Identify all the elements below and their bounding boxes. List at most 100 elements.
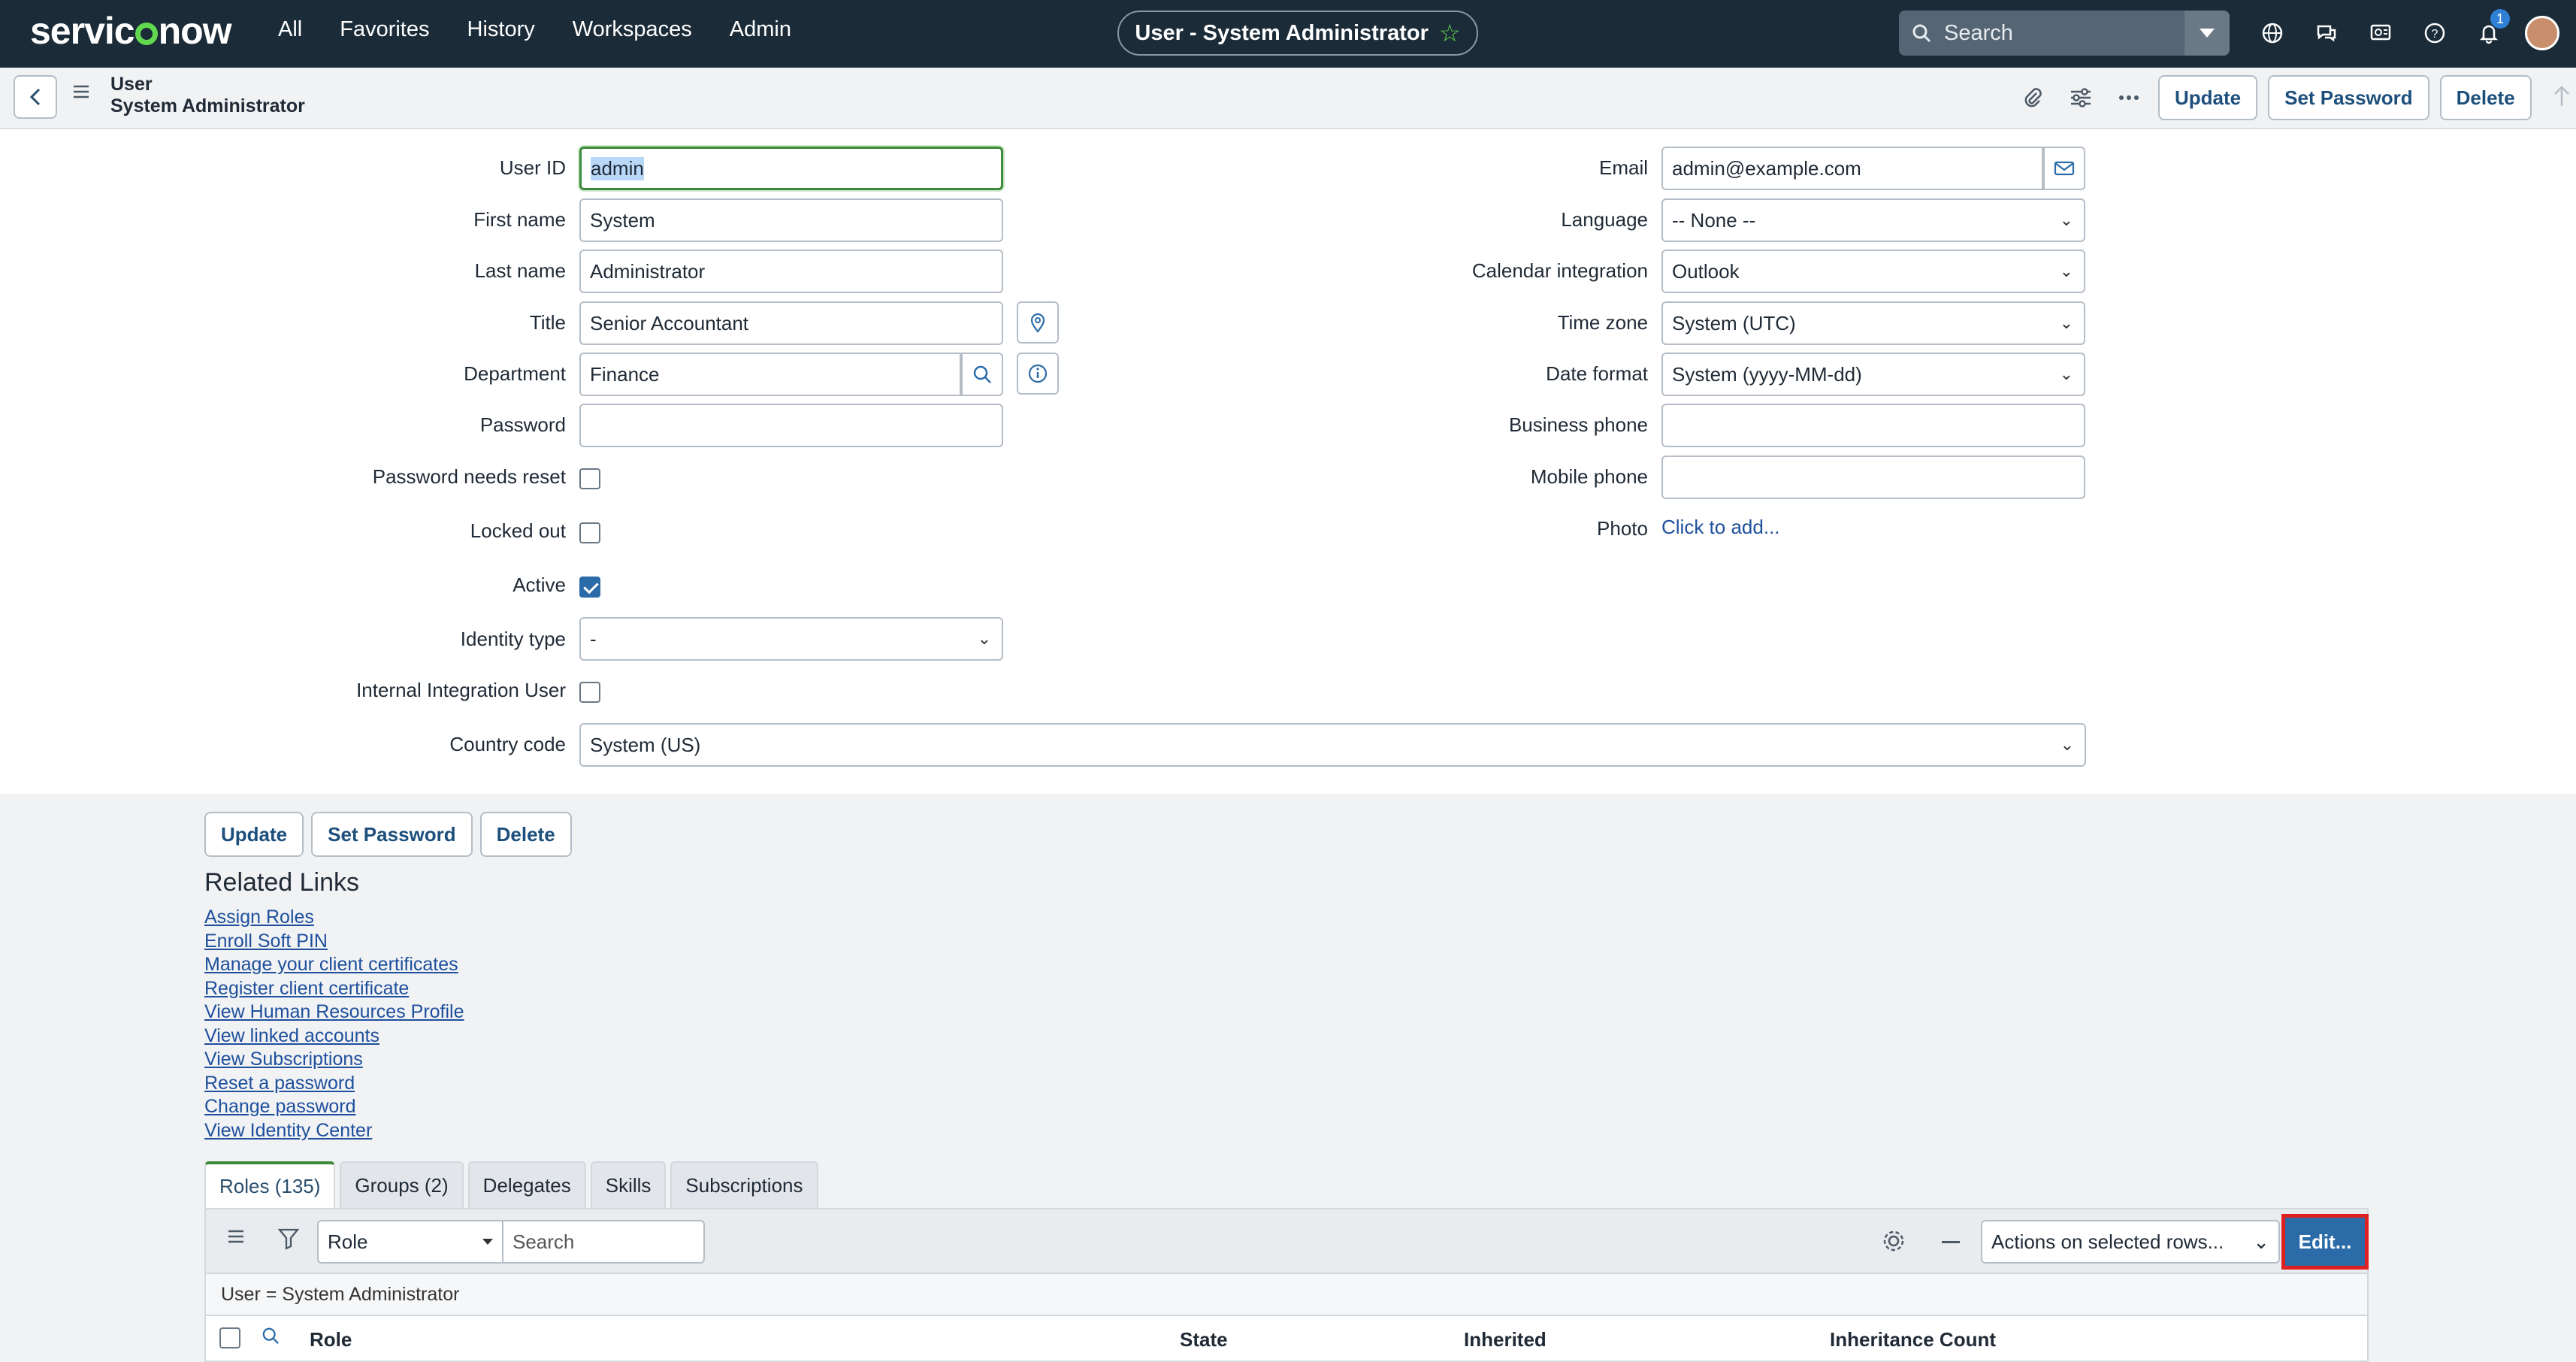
location-pin-icon[interactable] <box>1017 301 1059 344</box>
servicenow-logo[interactable]: servic now <box>30 9 232 53</box>
column-header-inherited[interactable]: Inherited <box>1464 1328 1547 1351</box>
search-field-select[interactable]: Role <box>317 1220 503 1264</box>
photo-add-link[interactable]: Click to add... <box>1661 516 1780 539</box>
nav-workspaces[interactable]: Workspaces <box>573 17 692 42</box>
last-name-field[interactable]: Administrator <box>579 250 1003 293</box>
search-icon <box>1899 23 1944 43</box>
active-checkbox[interactable] <box>579 577 600 598</box>
calendar-integration-select[interactable]: Outlook ⌄ <box>1661 250 2085 293</box>
form-header: User System Administrator Update Set Pas… <box>0 68 2576 129</box>
first-name-field[interactable]: System <box>579 198 1003 242</box>
notifications-bell-icon[interactable]: 1 <box>2471 9 2510 53</box>
header-set-password-button[interactable]: Set Password <box>2268 75 2429 120</box>
select-all-checkbox[interactable] <box>219 1327 240 1348</box>
related-link-register-client-certificate[interactable]: Register client certificate <box>204 977 464 1001</box>
list-search-input[interactable]: Search <box>502 1220 705 1264</box>
bottom-delete-button[interactable]: Delete <box>479 812 572 857</box>
tab-groups[interactable]: Groups (2) <box>340 1161 464 1208</box>
collapse-list-icon[interactable] <box>1942 1241 1960 1243</box>
header-update-button[interactable]: Update <box>2158 75 2258 120</box>
edit-button[interactable]: Edit... <box>2281 1214 2369 1270</box>
record-name: System Administrator <box>110 95 305 117</box>
mobile-phone-field[interactable] <box>1661 456 2085 499</box>
date-format-value: System (yyyy-MM-dd) <box>1672 362 1862 386</box>
nav-admin[interactable]: Admin <box>730 17 791 42</box>
column-search-icon[interactable] <box>262 1327 280 1350</box>
attachment-icon[interactable] <box>2014 76 2051 120</box>
bottom-set-password-button[interactable]: Set Password <box>311 812 473 857</box>
business-phone-field[interactable] <box>1661 404 2085 447</box>
form-context-menu-icon[interactable] <box>72 84 90 103</box>
header-delete-button[interactable]: Delete <box>2439 75 2532 120</box>
time-zone-select[interactable]: System (UTC) ⌄ <box>1661 301 2085 345</box>
password-field[interactable] <box>579 404 1003 447</box>
country-code-select[interactable]: System (US) ⌄ <box>579 723 2086 767</box>
send-email-icon[interactable] <box>2043 147 2085 190</box>
locked-out-checkbox[interactable] <box>579 522 600 543</box>
related-link-enroll-soft-pin[interactable]: Enroll Soft PIN <box>204 930 464 954</box>
password-needs-reset-checkbox[interactable] <box>579 468 600 489</box>
email-field[interactable]: admin@example.com <box>1661 147 2043 190</box>
tab-skills[interactable]: Skills <box>590 1161 667 1208</box>
gear-icon[interactable] <box>1879 1226 1909 1260</box>
mobile-phone-label: Mobile phone <box>1530 465 1648 488</box>
column-header-state[interactable]: State <box>1180 1328 1228 1351</box>
tab-subscriptions[interactable]: Subscriptions <box>670 1161 818 1208</box>
search-scope-dropdown[interactable] <box>2184 11 2230 56</box>
country-code-value: System (US) <box>590 733 701 756</box>
user-avatar[interactable] <box>2525 16 2559 50</box>
chevron-down-icon: ⌄ <box>2060 735 2074 754</box>
impersonate-icon[interactable] <box>2363 14 2399 53</box>
related-link-reset-password[interactable]: Reset a password <box>204 1072 464 1096</box>
tab-roles[interactable]: Roles (135) <box>204 1161 336 1208</box>
business-phone-label: Business phone <box>1508 413 1648 436</box>
notification-count-badge: 1 <box>2490 9 2510 29</box>
related-link-manage-client-certificates[interactable]: Manage your client certificates <box>204 953 464 977</box>
previous-record-icon[interactable] <box>2553 85 2571 111</box>
title-field[interactable]: Senior Accountant <box>579 301 1003 345</box>
related-link-view-identity-center[interactable]: View Identity Center <box>204 1119 464 1143</box>
top-navigation: servic now All Favorites History Workspac… <box>0 0 2576 68</box>
nav-all[interactable]: All <box>278 17 302 42</box>
related-link-view-linked-accounts[interactable]: View linked accounts <box>204 1025 464 1049</box>
more-options-icon[interactable] <box>2110 76 2148 120</box>
calendar-integration-label: Calendar integration <box>1471 259 1648 282</box>
column-header-inheritance-count[interactable]: Inheritance Count <box>1830 1328 1996 1351</box>
favorite-star-icon[interactable]: ☆ <box>1439 19 1461 47</box>
identity-type-select[interactable]: - ⌄ <box>579 617 1003 661</box>
globe-icon[interactable] <box>2254 14 2290 53</box>
personalize-form-icon[interactable] <box>2062 76 2100 120</box>
identity-type-value: - <box>590 627 597 650</box>
tab-delegates[interactable]: Delegates <box>467 1161 586 1208</box>
help-icon[interactable]: ? <box>2417 14 2453 53</box>
list-menu-icon[interactable] <box>227 1229 245 1248</box>
nav-history[interactable]: History <box>467 17 535 42</box>
department-field[interactable]: Finance <box>579 353 961 396</box>
list-filter-breadcrumb[interactable]: User = System Administrator <box>204 1274 2369 1315</box>
locked-out-label: Locked out <box>470 519 566 542</box>
related-link-change-password[interactable]: Change password <box>204 1095 464 1119</box>
top-icon-bar: ? 1 <box>2254 9 2559 53</box>
context-title-pill[interactable]: User - System Administrator ☆ <box>1117 11 1478 56</box>
nav-favorites[interactable]: Favorites <box>340 17 429 42</box>
date-format-select[interactable]: System (yyyy-MM-dd) ⌄ <box>1661 353 2085 396</box>
related-link-view-subscriptions[interactable]: View Subscriptions <box>204 1048 464 1072</box>
user-id-field[interactable]: admin <box>579 147 1003 190</box>
filter-icon[interactable] <box>277 1227 300 1254</box>
related-link-assign-roles[interactable]: Assign Roles <box>204 906 464 930</box>
related-link-view-hr-profile[interactable]: View Human Resources Profile <box>204 1000 464 1025</box>
record-type: User <box>110 74 153 95</box>
actions-on-selected-rows-select[interactable]: Actions on selected rows... ⌄ <box>1981 1220 2280 1264</box>
back-button[interactable] <box>14 75 57 119</box>
column-header-role[interactable]: Role <box>310 1328 352 1351</box>
global-search[interactable]: Search <box>1899 11 2230 56</box>
chat-icon[interactable] <box>2308 14 2345 53</box>
internal-integration-user-checkbox[interactable] <box>579 682 600 703</box>
department-info-icon[interactable] <box>1017 353 1059 395</box>
department-lookup-search-icon[interactable] <box>961 353 1003 396</box>
photo-label: Photo <box>1597 517 1648 540</box>
global-search-placeholder: Search <box>1944 20 2013 45</box>
bottom-update-button[interactable]: Update <box>204 812 304 857</box>
language-select[interactable]: -- None -- ⌄ <box>1661 198 2085 242</box>
time-zone-label: Time zone <box>1557 311 1648 334</box>
